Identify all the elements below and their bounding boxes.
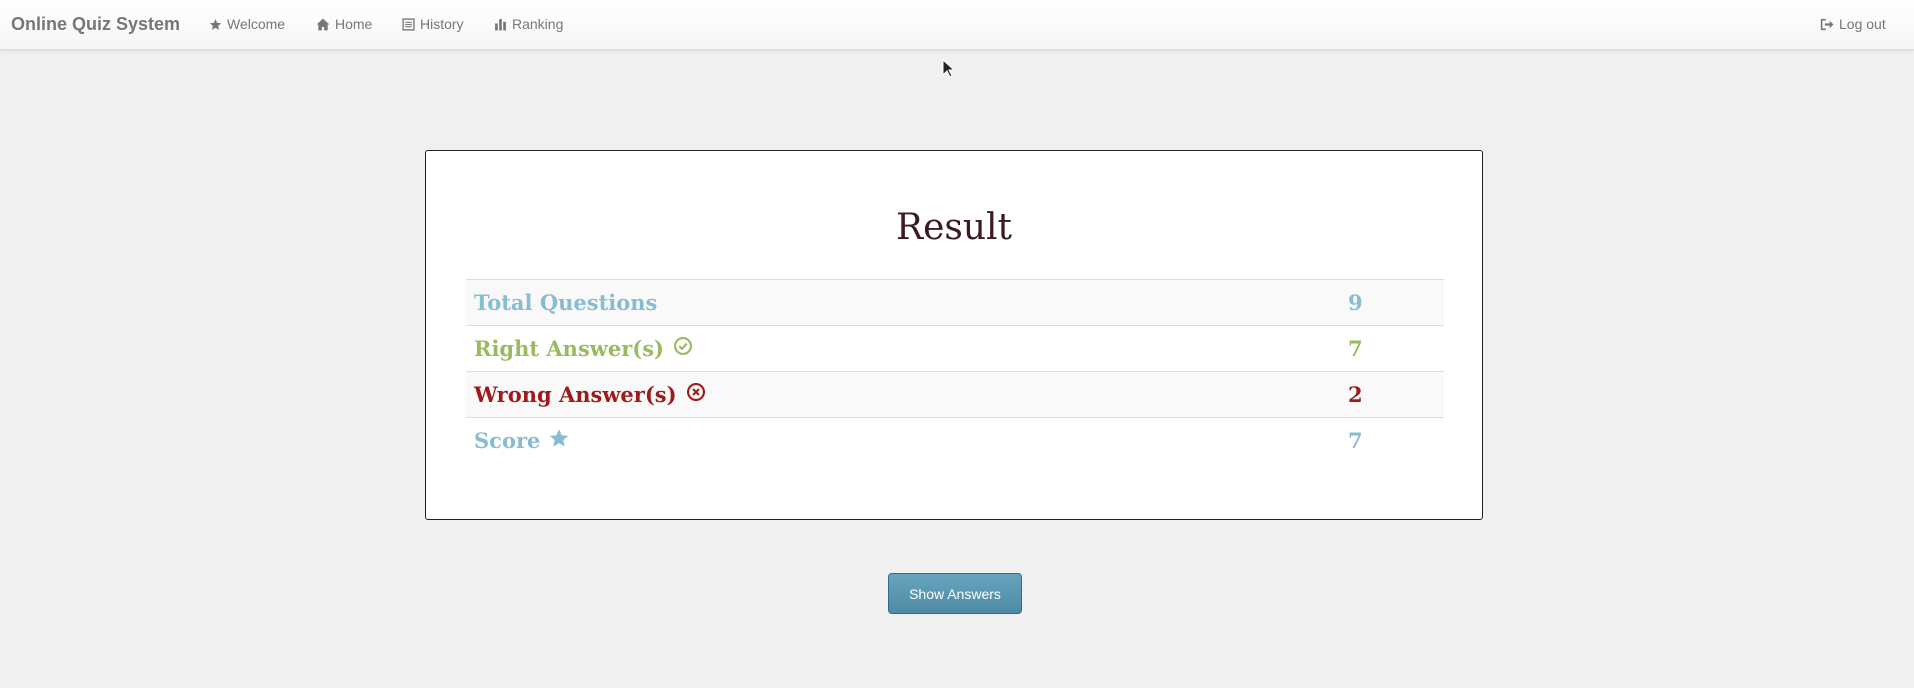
brand-title[interactable]: Online Quiz System (11, 14, 180, 35)
mouse-cursor-icon (942, 58, 956, 84)
right-answers-label: Right Answer(s) (474, 336, 664, 361)
logout-label: Log out (1839, 16, 1886, 32)
list-icon (402, 17, 415, 31)
wrong-answers-label: Wrong Answer(s) (474, 382, 677, 407)
table-row-wrong-answers: Wrong Answer(s) 2 (466, 371, 1444, 418)
result-card: Result Total Questions 9 Right Answer(s)… (425, 150, 1483, 520)
home-icon (316, 18, 330, 31)
bar-chart-icon (494, 18, 507, 31)
x-circle-icon (686, 382, 706, 407)
table-row-score: Score 7 (466, 417, 1444, 464)
nav-ranking[interactable]: Ranking (494, 16, 563, 32)
wrong-answers-value: 2 (1340, 371, 1444, 418)
table-row-right-answers: Right Answer(s) 7 (466, 325, 1444, 372)
nav-history[interactable]: History (402, 16, 464, 32)
result-title: Result (895, 207, 1013, 248)
nav-history-label: History (420, 16, 464, 32)
star-icon (209, 18, 222, 31)
star-icon (549, 428, 569, 453)
table-row-total-questions: Total Questions 9 (466, 279, 1444, 326)
show-answers-button[interactable]: Show Answers (888, 573, 1022, 614)
total-questions-label: Total Questions (466, 279, 1340, 326)
right-answers-value: 7 (1340, 325, 1444, 372)
score-label: Score (474, 428, 541, 454)
nav-home-label: Home (335, 16, 373, 32)
total-questions-value: 9 (1340, 279, 1444, 326)
logout-icon (1820, 18, 1834, 31)
nav-ranking-label: Ranking (512, 16, 564, 32)
logout-link[interactable]: Log out (1820, 16, 1886, 32)
check-circle-icon (673, 336, 693, 361)
score-value: 7 (1340, 417, 1444, 464)
result-table: Total Questions 9 Right Answer(s) 7 Wron… (466, 279, 1444, 464)
navbar: Online Quiz System Welcome Home History … (0, 0, 1914, 50)
nav-welcome-label: Welcome (227, 16, 286, 32)
nav-home[interactable]: Home (316, 16, 372, 32)
nav-welcome[interactable]: Welcome (209, 16, 285, 32)
